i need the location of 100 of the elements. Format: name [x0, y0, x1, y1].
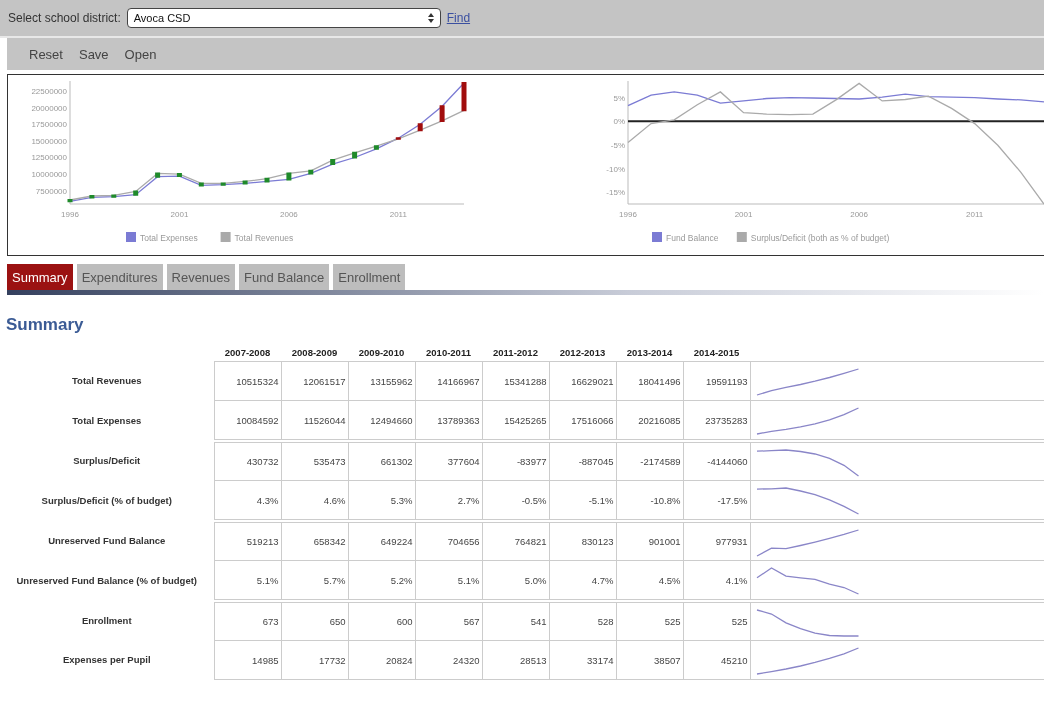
x-tick-label: 2001 — [734, 210, 753, 219]
column-header: 2014-2015 — [683, 343, 750, 362]
district-label: Select school district: — [8, 11, 121, 25]
table-cell: 14985 — [214, 640, 281, 680]
table-cell: 430732 — [214, 441, 281, 481]
tab[interactable]: Enrollment — [333, 264, 406, 290]
table-cell: -83977 — [482, 441, 549, 481]
x-tick-label: 2011 — [966, 210, 984, 219]
find-link[interactable]: Find — [446, 11, 471, 25]
column-header: 2013-2014 — [616, 343, 683, 362]
table-cell: 45210 — [683, 640, 750, 680]
table-cell: 525 — [683, 601, 750, 641]
legend-label: Surplus/Deficit (both as % of budget) — [750, 233, 890, 243]
y-tick-label: -10% — [606, 164, 625, 174]
row-label: Surplus/Deficit (% of budget) — [0, 480, 214, 521]
table-cell: 10084592 — [214, 400, 281, 441]
row-label: Expenses per Pupil — [0, 640, 214, 680]
table-cell: 17732 — [281, 640, 348, 680]
legend-label: Total Revenues — [234, 233, 294, 243]
y-tick-label: -15% — [606, 188, 625, 198]
table-cell: 38507 — [616, 640, 683, 680]
legend-swatch — [220, 232, 231, 242]
table-cell: 673 — [214, 601, 281, 641]
row-label: Unreserved Fund Balance — [0, 521, 214, 561]
legend-label: Total Expenses — [140, 233, 198, 243]
toolbar-button[interactable]: Open — [124, 46, 157, 62]
tab[interactable]: Expenditures — [76, 264, 163, 290]
table-cell: 704656 — [415, 521, 482, 561]
table-cell: 661302 — [348, 441, 415, 481]
table-cell: 16629021 — [549, 361, 616, 401]
y-tick-label: 7500000 — [35, 186, 67, 196]
district-select[interactable]: Avoca CSD — [126, 8, 441, 28]
y-tick-label: 17500000 — [31, 120, 67, 130]
table-cell: 525 — [616, 601, 683, 641]
table-cell: 15341288 — [482, 361, 549, 401]
table-cell: 33174 — [549, 640, 616, 680]
column-header: 2012-2013 — [549, 343, 616, 362]
spinner-icon — [427, 13, 434, 23]
table-cell: 519213 — [214, 521, 281, 561]
table-cell: 12061517 — [281, 361, 348, 401]
y-tick-label: 20000000 — [31, 103, 67, 113]
table-cell: 19591193 — [683, 361, 750, 401]
y-tick-label: 12500000 — [31, 153, 67, 163]
section-title: Summary — [6, 315, 85, 335]
y-tick-label: 0% — [613, 117, 625, 127]
row-label: Total Expenses — [0, 400, 214, 441]
difference-marks — [395, 79, 467, 143]
table-cell: 5.1% — [214, 560, 281, 601]
column-header: 2007-2008 — [214, 343, 281, 362]
table-cell: 377604 — [415, 441, 482, 481]
legend-swatch — [652, 232, 662, 242]
tab[interactable]: Summary — [7, 264, 73, 290]
table-cell: 977931 — [683, 521, 750, 561]
table-cell: 600 — [348, 601, 415, 641]
y-tick-label: -5% — [610, 140, 625, 150]
row-label: Enrollment — [0, 601, 214, 641]
table-cell: 650 — [281, 601, 348, 641]
toolbar-button[interactable]: Save — [78, 46, 109, 62]
table-cell: -887045 — [549, 441, 616, 481]
table-cell: 4.3% — [214, 480, 281, 521]
row-label: Unreserved Fund Balance (% of budget) — [0, 560, 214, 601]
row-label: Surplus/Deficit — [0, 441, 214, 481]
tab[interactable]: Revenues — [166, 264, 236, 290]
x-tick-label: 1996 — [619, 210, 637, 219]
x-tick-label: 2011 — [389, 210, 407, 219]
y-tick-label: 10000000 — [31, 170, 67, 180]
table-cell: 658342 — [281, 521, 348, 561]
legend-swatch — [126, 232, 136, 242]
table-cell: 14166967 — [415, 361, 482, 401]
table-cell: 528 — [549, 601, 616, 641]
legend-swatch — [736, 232, 747, 242]
table-cell: 20824 — [348, 640, 415, 680]
table-cell: 567 — [415, 601, 482, 641]
x-tick-label: 2006 — [850, 210, 868, 219]
table-cell: 830123 — [549, 521, 616, 561]
table-cell: 13155962 — [348, 361, 415, 401]
table-cell: 541 — [482, 601, 549, 641]
x-tick-label: 1996 — [61, 210, 79, 219]
toolbar-button[interactable]: Reset — [29, 46, 63, 62]
table-cell: 28513 — [482, 640, 549, 680]
x-tick-label: 2001 — [170, 210, 189, 219]
legend-label: Fund Balance — [666, 233, 719, 243]
table-cell: 10515324 — [214, 361, 281, 401]
table-cell: 649224 — [348, 521, 415, 561]
table-cell: 24320 — [415, 640, 482, 680]
y-tick-label: 5% — [613, 93, 625, 103]
tab[interactable]: Fund Balance — [239, 264, 330, 290]
table-cell: 764821 — [482, 521, 549, 561]
column-header: 2010-2011 — [415, 343, 482, 362]
column-header: 2009-2010 — [348, 343, 415, 362]
table-cell: -4144060 — [683, 441, 750, 481]
row-label: Total Revenues — [0, 361, 214, 401]
y-tick-label: 22500000 — [31, 86, 67, 96]
y-tick-label: 15000000 — [31, 136, 67, 146]
column-header: 2008-2009 — [281, 343, 348, 362]
table-cell: 18041496 — [616, 361, 683, 401]
table-cell: 901001 — [616, 521, 683, 561]
table-cell: -2174589 — [616, 441, 683, 481]
table-cell: 535473 — [281, 441, 348, 481]
x-tick-label: 2006 — [280, 210, 298, 219]
